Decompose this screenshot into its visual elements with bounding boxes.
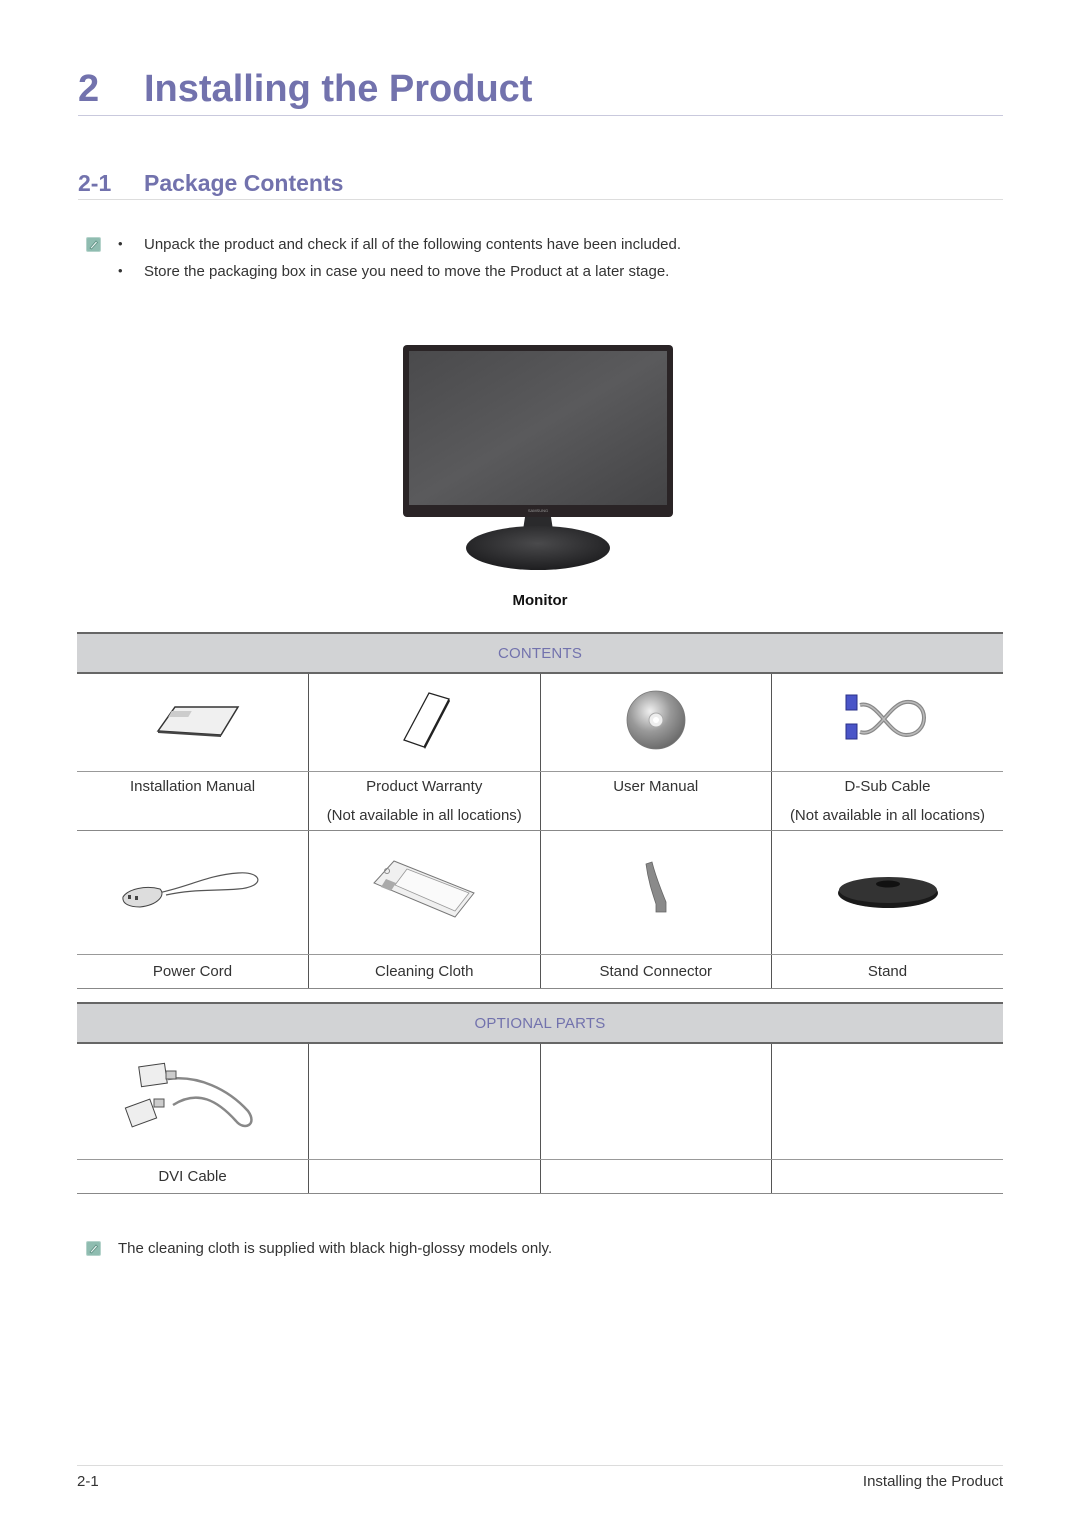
table-cell [308, 830, 541, 955]
item-label: DVI Cable [158, 1167, 227, 1185]
user-manual-cd-icon [626, 690, 686, 750]
table-cell [539, 673, 772, 772]
table-cell [77, 830, 309, 955]
chapter-number: 2 [78, 68, 100, 110]
page-footer: 2-1 Installing the Product [77, 1465, 1003, 1490]
item-label: D-Sub Cable [844, 777, 931, 795]
table-cell: D-Sub Cable (Not available in all locati… [771, 771, 1003, 831]
section-heading: 2-1 Package Contents [78, 168, 1003, 200]
chapter-heading: 2 Installing the Product [78, 64, 1003, 116]
table-label-row: Power Cord Cleaning Cloth Stand Connecto… [77, 954, 1003, 989]
optional-parts-header: OPTIONAL PARTS [77, 1002, 1003, 1044]
table-cell: Installation Manual [77, 771, 309, 831]
table-cell: Cleaning Cloth [308, 954, 541, 989]
table-cell-empty [539, 1043, 772, 1160]
item-label: User Manual [613, 777, 699, 795]
table-cell: Stand [771, 954, 1003, 989]
bullet-symbol: • [118, 236, 123, 251]
item-label: Installation Manual [129, 777, 256, 795]
page-number: 2-1 [77, 1473, 99, 1490]
table-cell [308, 673, 541, 772]
dvi-cable-icon [124, 1062, 253, 1128]
stand-connector-icon [645, 861, 667, 913]
d-sub-cable-icon [845, 694, 926, 740]
table-image-row [77, 1043, 1003, 1160]
table-cell [77, 1043, 309, 1160]
bullet-text: Store the packaging box in case you need… [144, 263, 670, 280]
contents-table: CONTENTS Installation Manual Product War… [77, 632, 1003, 989]
optional-parts-table: OPTIONAL PARTS DVI Cable [77, 1002, 1003, 1194]
item-note: (Not available in all locations) [326, 806, 522, 824]
item-note [541, 801, 772, 830]
bullet-text: Unpack the product and check if all of t… [144, 236, 682, 253]
table-cell: DVI Cable [77, 1159, 309, 1194]
table-cell [771, 830, 1003, 955]
footnote-text: The cleaning cloth is supplied with blac… [118, 1240, 553, 1257]
item-note: (Not available in all locations) [789, 806, 986, 824]
monitor-screen [409, 351, 667, 505]
item-label: Cleaning Cloth [375, 962, 474, 980]
table-image-row [77, 673, 1003, 772]
footer-chapter-title: Installing the Product [862, 1473, 1003, 1490]
item-label: Product Warranty [366, 777, 483, 795]
table-image-row [77, 830, 1003, 955]
monitor-brand: SAMSUNG [528, 508, 548, 513]
note-icon [86, 237, 101, 252]
product-warranty-icon [403, 692, 451, 750]
note-icon [86, 1241, 101, 1256]
table-label-row: DVI Cable [77, 1159, 1003, 1194]
table-cell: Stand Connector [539, 954, 772, 989]
monitor-base [466, 526, 610, 570]
bullet-symbol: • [118, 263, 123, 278]
contents-header: CONTENTS [77, 632, 1003, 674]
stand-icon [837, 877, 938, 908]
cleaning-cloth-icon [373, 860, 476, 918]
item-label: Power Cord [152, 962, 233, 980]
item-label: Stand [867, 962, 908, 980]
contents-header-row: CONTENTS [77, 632, 1003, 674]
table-cell [539, 830, 772, 955]
table-cell: User Manual [539, 771, 772, 831]
table-cell [771, 673, 1003, 772]
installation-manual-icon [156, 706, 239, 738]
monitor-label: Monitor [512, 592, 568, 609]
table-label-row: Installation Manual Product Warranty (No… [77, 771, 1003, 831]
section-title: Package Contents [144, 170, 344, 196]
table-cell-empty [308, 1159, 541, 1194]
table-cell: Power Cord [77, 954, 309, 989]
table-cell-empty [308, 1043, 541, 1160]
optional-header-row: OPTIONAL PARTS [77, 1002, 1003, 1044]
power-cord-icon [121, 872, 258, 908]
table-cell-empty [539, 1159, 772, 1194]
section-number: 2-1 [78, 170, 112, 196]
table-cell-empty [771, 1043, 1003, 1160]
chapter-title: Installing the Product [144, 68, 533, 110]
table-cell [77, 673, 309, 772]
monitor-image: SAMSUNG [400, 340, 680, 575]
table-cell: Product Warranty (Not available in all l… [308, 771, 541, 831]
item-label: Stand Connector [599, 962, 713, 980]
item-note [77, 801, 308, 830]
table-cell-empty [771, 1159, 1003, 1194]
